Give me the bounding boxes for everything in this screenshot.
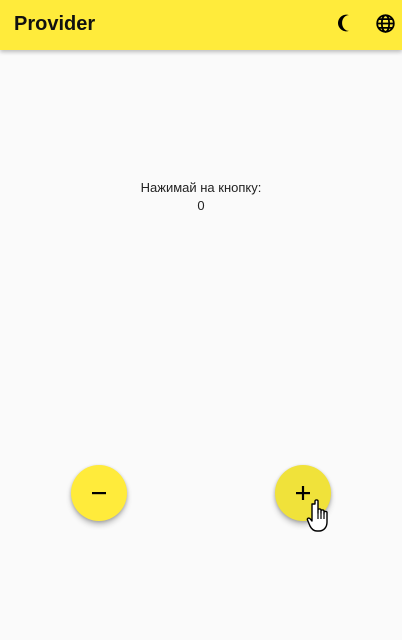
increment-button[interactable] — [275, 465, 331, 521]
moon-icon — [337, 14, 349, 32]
plus-icon — [296, 486, 310, 500]
app-title: Provider — [14, 13, 96, 35]
language-toggle-button[interactable] — [374, 12, 396, 34]
counter-value: 0 — [197, 198, 205, 213]
counter-block: Нажимай на кнопку: 0 — [0, 180, 402, 214]
decrement-button[interactable] — [71, 465, 127, 521]
theme-toggle-button[interactable] — [335, 12, 357, 34]
app-bar: Provider — [0, 0, 402, 50]
minus-icon — [92, 492, 106, 495]
globe-icon — [375, 13, 395, 33]
counter-label: Нажимай на кнопку: — [140, 180, 262, 195]
